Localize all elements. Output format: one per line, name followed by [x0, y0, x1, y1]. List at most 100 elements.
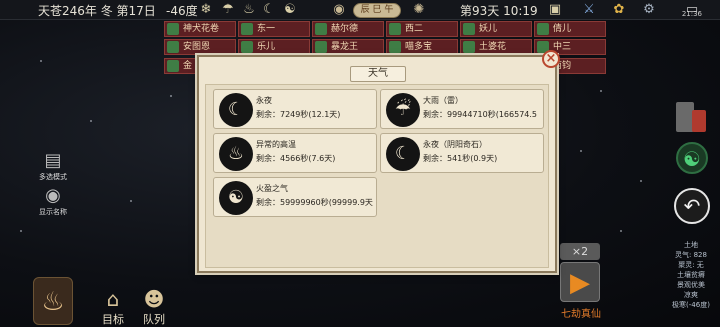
- mahjong-icon[interactable]: ✿: [610, 1, 628, 19]
- star: [620, 230, 622, 232]
- tile-info-line: 极寒(-46度): [672, 301, 710, 309]
- tile-info-line: 灵气: 828: [675, 251, 707, 259]
- npc-avatar: [241, 41, 253, 53]
- npc-avatar: [167, 41, 179, 53]
- sword-icon[interactable]: ⚔: [580, 1, 598, 19]
- gourd-icon[interactable]: ♨: [33, 277, 73, 325]
- npc-avatar: [167, 60, 179, 72]
- npc-tag[interactable]: 安图恩: [164, 39, 236, 55]
- target-button[interactable]: ⌂ 目标: [93, 287, 133, 327]
- npc-tag[interactable]: 神犬花卷: [164, 21, 236, 37]
- weather-remaining: 剩余：99944710秒(166574.5: [423, 110, 538, 119]
- star: [600, 90, 602, 92]
- weather-card[interactable]: ♨ 异常的高温 剩余：4566秒(7.6天): [213, 133, 377, 173]
- npc-avatar: [241, 23, 253, 35]
- npc-name: 乐儿: [257, 42, 276, 52]
- sun-dial-icon: ◉: [333, 2, 345, 17]
- npc-avatar: [315, 23, 327, 35]
- play-label: 七劫真仙: [561, 309, 601, 320]
- tile-info-panel: 土地 灵气: 828 聚灵: 无 土壤贫瘠 景观优美 凉爽 极寒(-46度): [665, 240, 717, 310]
- tile-info-line: 景观优美: [677, 281, 705, 289]
- show-names-button[interactable]: ◉ 显示名称: [38, 185, 68, 217]
- npc-row-1: 神犬花卷 东一 赫尔德 西二 妖儿 倩儿: [164, 21, 608, 37]
- star: [170, 95, 172, 97]
- npc-name: 神犬花卷: [183, 24, 220, 34]
- npc-tag[interactable]: 倩儿: [534, 21, 606, 37]
- npc-name: 赫尔德: [331, 24, 359, 34]
- npc-name: 东一: [257, 24, 276, 34]
- weather-name: 火盈之气: [256, 184, 288, 193]
- weather-name: 异常的高温: [256, 140, 296, 149]
- npc-name: 安图恩: [183, 42, 211, 52]
- team-label: 队列: [143, 313, 165, 326]
- npc-tag[interactable]: 乐儿: [238, 39, 310, 55]
- npc-tag[interactable]: 喵多宝: [386, 39, 458, 55]
- npc-tag[interactable]: 妖儿: [460, 21, 532, 37]
- npc-tag[interactable]: 土婆花: [460, 39, 532, 55]
- npc-name: 妖儿: [479, 24, 498, 34]
- tile-info-line: 土壤贫瘠: [677, 271, 705, 279]
- temperature: -46度: [166, 4, 198, 18]
- weather-remaining: 剩余：59999960秒(99999.9天: [256, 198, 373, 207]
- star: [40, 60, 42, 62]
- save-icon[interactable]: ▣: [546, 1, 564, 19]
- eye-icon: ◉: [45, 185, 61, 206]
- npc-avatar: [463, 41, 475, 53]
- star: [580, 150, 582, 152]
- game-screen: 天苍246年 冬 第17日 -46度 ❄ ☂ ♨ ☾ ☯ ◉ 辰 巳 午 ✺ 第…: [0, 0, 720, 327]
- thunder-rain-icon: ☔: [386, 93, 420, 127]
- tile-info-line: 聚灵: 无: [678, 261, 704, 269]
- weather-rain-icon[interactable]: ☂: [219, 1, 237, 19]
- moon-icon[interactable]: ☾: [260, 1, 278, 19]
- npc-row-2: 安图恩 乐儿 暴龙王 喵多宝 土婆花 中三: [164, 39, 608, 55]
- show-names-label: 显示名称: [39, 208, 67, 216]
- npc-name: 倩儿: [553, 24, 572, 34]
- npc-tag[interactable]: 赫尔德: [312, 21, 384, 37]
- heat-icon[interactable]: ♨: [240, 1, 258, 19]
- fire-qi-icon: ☯: [219, 181, 253, 215]
- npc-avatar: [537, 23, 549, 35]
- weather-name: 大雨（雷）: [423, 96, 463, 105]
- weather-card[interactable]: ☔ 大雨（雷） 剩余：99944710秒(166574.5: [380, 89, 544, 129]
- taiji-icon[interactable]: ☯: [676, 142, 708, 174]
- npc-tag[interactable]: 东一: [238, 21, 310, 37]
- tile-info-line: 土地: [684, 241, 698, 249]
- top-status-bar: 天苍246年 冬 第17日 -46度 ❄ ☂ ♨ ☾ ☯ ◉ 辰 巳 午 ✺ 第…: [0, 0, 720, 20]
- team-button[interactable]: ☻ 队列: [134, 287, 174, 327]
- npc-tag[interactable]: 西二: [386, 21, 458, 37]
- weather-remaining: 剩余：4566秒(7.6天): [256, 154, 336, 163]
- day-time: 第93天 10:19: [460, 4, 538, 18]
- npc-avatar: [389, 41, 401, 53]
- weather-card[interactable]: ☾ 永夜 剩余：7249秒(12.1天): [213, 89, 377, 129]
- npc-avatar: [167, 23, 179, 35]
- weather-remaining: 剩余：7249秒(12.1天): [256, 110, 341, 119]
- tile-info-line: 凉爽: [684, 291, 698, 299]
- fire-qi-icon[interactable]: ☯: [281, 1, 299, 19]
- snowflake-icon: ❄: [200, 2, 212, 17]
- npc-avatar: [389, 23, 401, 35]
- npc-name: 喵多宝: [405, 42, 433, 52]
- team-icon: ☻: [143, 287, 165, 311]
- multi-select-label: 多选模式: [39, 173, 67, 181]
- alert-badge[interactable]: [692, 110, 706, 132]
- sun-icon: ✺: [413, 2, 425, 17]
- multi-select-icon: ▤: [44, 150, 62, 171]
- npc-tag[interactable]: 暴龙王: [312, 39, 384, 55]
- npc-name: 暴龙王: [331, 42, 359, 52]
- weather-card[interactable]: ☯ 火盈之气 剩余：59999960秒(99999.9天: [213, 177, 377, 217]
- play-icon[interactable]: ▶: [560, 262, 600, 302]
- star: [130, 200, 132, 202]
- npc-name: 土婆花: [479, 42, 507, 52]
- back-icon[interactable]: ↶: [674, 188, 710, 224]
- star: [640, 180, 642, 182]
- speed-button[interactable]: ×2: [560, 243, 600, 260]
- target-label: 目标: [102, 313, 124, 326]
- system-clock: 21:36: [681, 10, 702, 18]
- close-icon[interactable]: ×: [542, 50, 560, 68]
- game-date: 天苍246年 冬 第17日: [38, 4, 156, 18]
- multi-select-button[interactable]: ▤ 多选模式: [38, 150, 68, 182]
- dialog-title: 天气: [350, 66, 406, 82]
- weather-card[interactable]: ☾ 永夜（阴阳奇石） 剩余：541秒(0.9天): [380, 133, 544, 173]
- settings-gear-icon[interactable]: ⚙: [640, 1, 658, 19]
- weather-remaining: 剩余：541秒(0.9天): [423, 154, 498, 163]
